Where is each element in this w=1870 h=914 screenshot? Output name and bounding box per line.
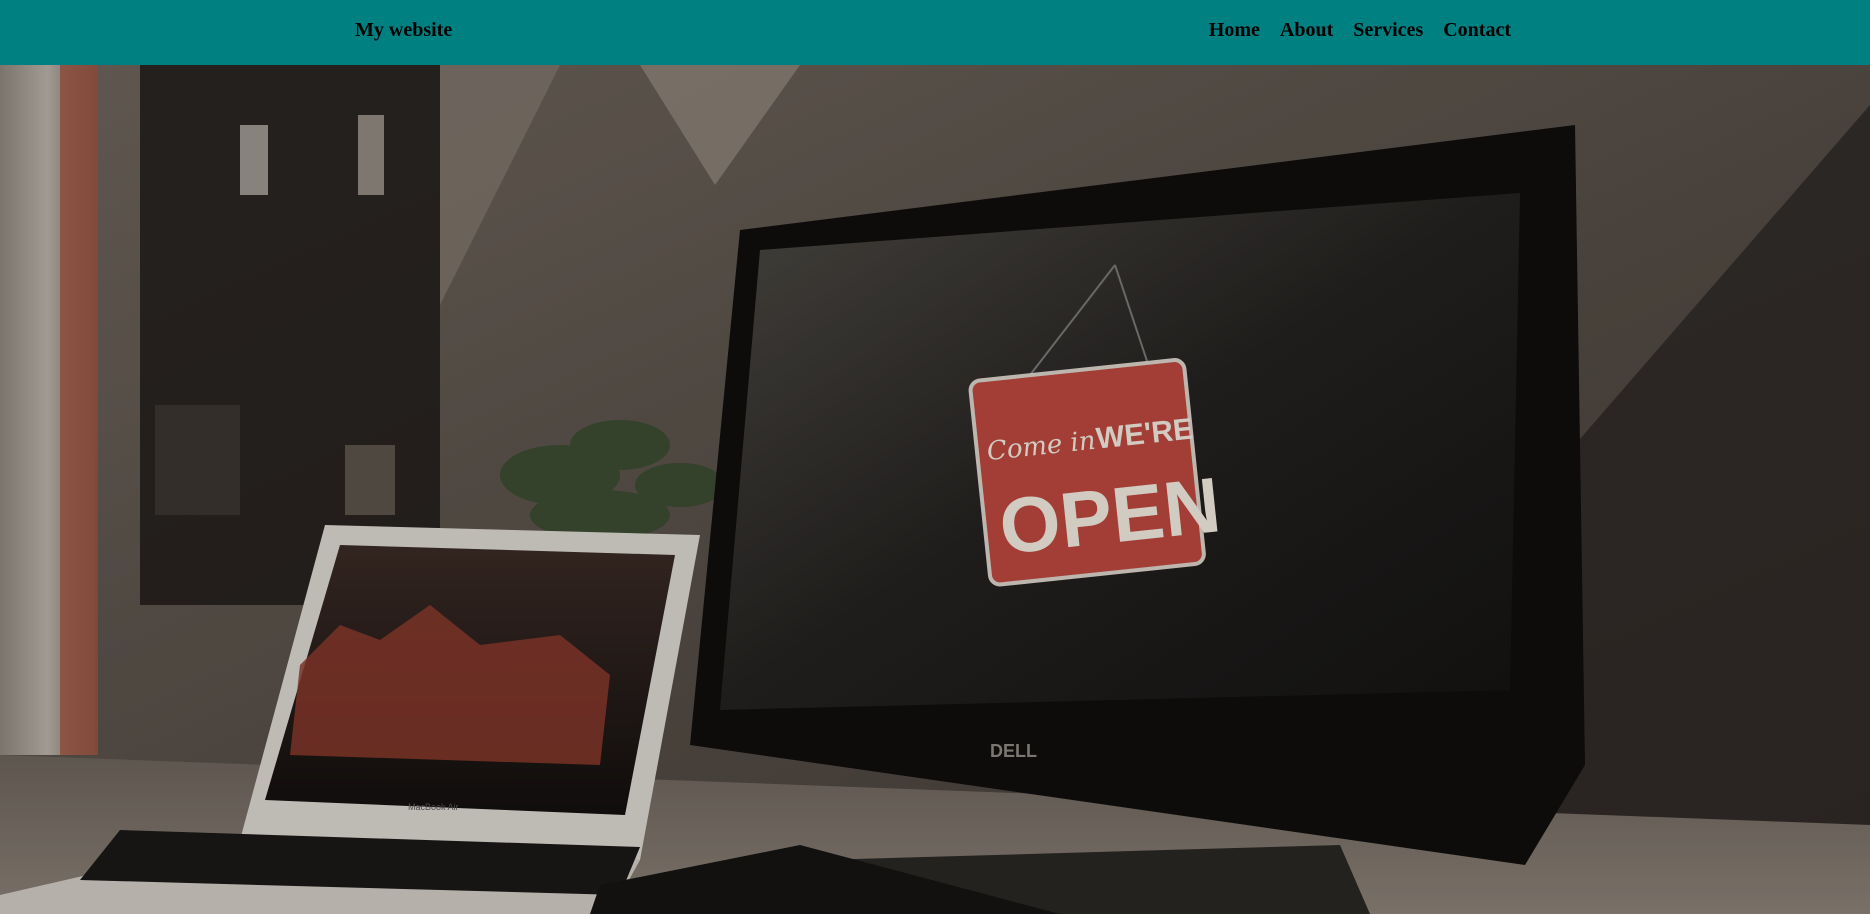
nav-links: Home About Services Contact	[1209, 19, 1511, 42]
site-brand-link[interactable]: My website	[355, 19, 452, 42]
nav-link-contact[interactable]: Contact	[1443, 19, 1511, 41]
nav-item-about: About	[1280, 19, 1333, 42]
nav-item-services: Services	[1353, 19, 1423, 42]
top-navbar: My website Home About Services Contact	[0, 0, 1870, 65]
nav-item-home: Home	[1209, 19, 1260, 42]
hero-background-image: DELL Come in WE'RE OPEN MacBook Air	[0, 65, 1870, 914]
vignette	[0, 65, 1870, 914]
nav-link-about[interactable]: About	[1280, 19, 1333, 41]
nav-link-home[interactable]: Home	[1209, 19, 1260, 41]
nav-item-contact: Contact	[1443, 19, 1511, 42]
nav-link-services[interactable]: Services	[1353, 19, 1423, 41]
hero-photo-illustration: DELL Come in WE'RE OPEN MacBook Air	[0, 65, 1870, 914]
